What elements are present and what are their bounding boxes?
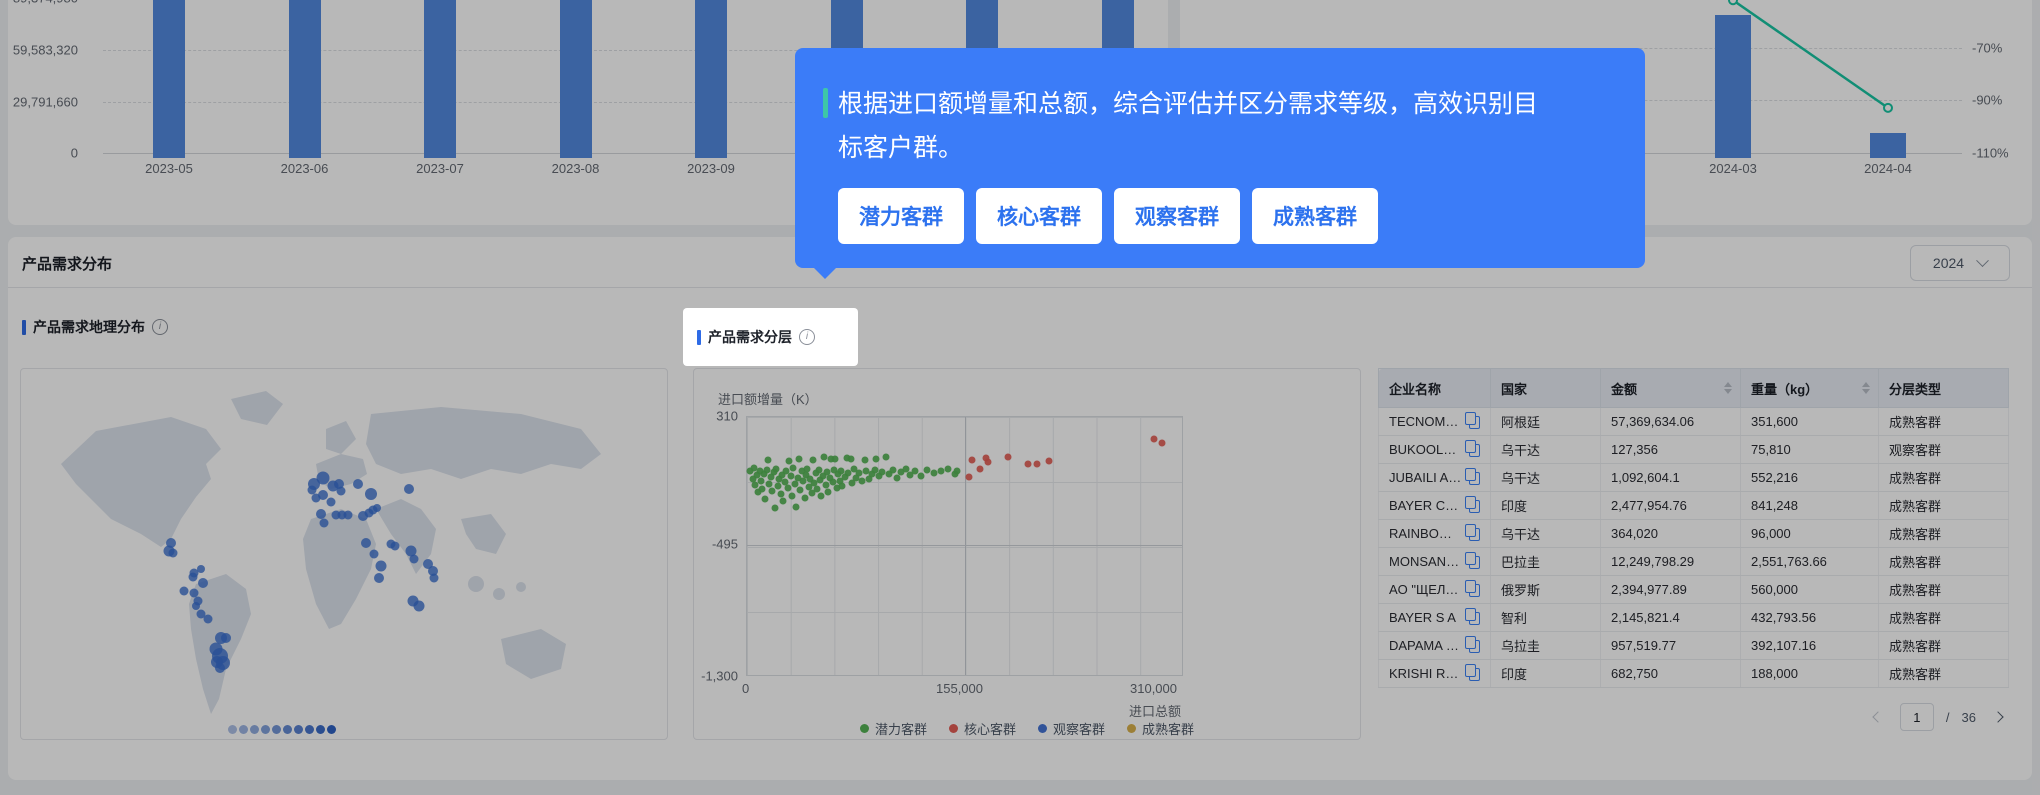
tooltip-text: 根据进口额增量和总额，综合评估并区分需求等级，高效识别目标客户群。 <box>838 90 1539 162</box>
scatter-panel-title-text: 产品需求分层 <box>708 329 792 345</box>
segment-button-watch[interactable]: 观察客群 <box>1114 188 1240 244</box>
info-icon[interactable] <box>799 329 815 345</box>
segment-button-potential[interactable]: 潜力客群 <box>838 188 964 244</box>
tooltip-buttons: 潜力客群 核心客群 观察客群 成熟客群 <box>838 188 1645 244</box>
tour-tooltip: 根据进口额增量和总额，综合评估并区分需求等级，高效识别目标客户群。 潜力客群 核… <box>795 48 1645 279</box>
segment-button-core[interactable]: 核心客群 <box>976 188 1102 244</box>
tooltip-accent-bar <box>823 88 828 118</box>
tooltip-arrow <box>813 267 837 279</box>
scatter-panel-title: 产品需求分层 <box>697 327 815 347</box>
segment-button-mature[interactable]: 成熟客群 <box>1252 188 1378 244</box>
title-accent-bar <box>697 329 701 345</box>
dashboard-page: 89,374,980 59,583,320 29,791,660 0 2023-… <box>0 0 2040 795</box>
tour-spotlight: 产品需求分层 <box>683 308 858 366</box>
